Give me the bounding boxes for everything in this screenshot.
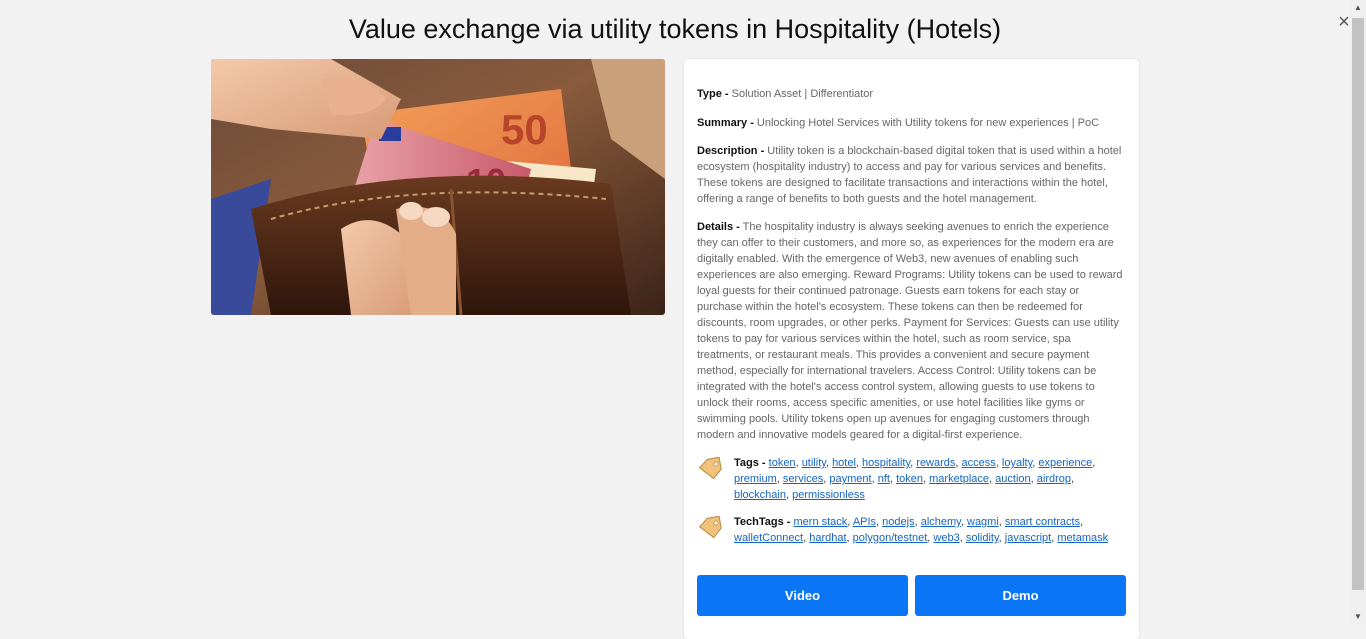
tag-link[interactable]: nodejs xyxy=(882,516,914,528)
tags-row: Tags - token, utility, hotel, hospitalit… xyxy=(697,455,1126,503)
tag-icon xyxy=(698,516,722,539)
type-label: Type - xyxy=(697,88,729,100)
details-label: Details - xyxy=(697,221,740,233)
type-row: Type - Solution Asset | Differentiator xyxy=(697,86,1126,102)
tag-link[interactable]: rewards xyxy=(916,457,955,469)
scrollbar-thumb[interactable] xyxy=(1352,18,1364,590)
tags-list: token, utility, hotel, hospitality, rewa… xyxy=(734,457,1096,501)
tag-link[interactable]: solidity xyxy=(966,532,999,544)
summary-value: Unlocking Hotel Services with Utility to… xyxy=(753,117,1100,129)
tag-link[interactable]: walletConnect xyxy=(734,532,803,544)
tag-link[interactable]: token xyxy=(769,457,796,469)
demo-button[interactable]: Demo xyxy=(915,575,1126,616)
tag-link[interactable]: access xyxy=(962,457,996,469)
scroll-down-icon[interactable]: ▼ xyxy=(1350,609,1366,625)
page-title: Value exchange via utility tokens in Hos… xyxy=(348,14,1002,44)
scrollbar[interactable]: ▲ ▼ xyxy=(1350,0,1366,625)
summary-label: Summary - xyxy=(697,117,754,129)
action-buttons: Video Demo xyxy=(697,575,1126,616)
tag-link[interactable]: loyalty xyxy=(1002,457,1032,469)
details-row: Details - The hospitality industry is al… xyxy=(697,219,1126,443)
video-button[interactable]: Video xyxy=(697,575,908,616)
tag-link[interactable]: token xyxy=(896,473,923,485)
tag-link[interactable]: permissionless xyxy=(792,489,865,501)
tag-link[interactable]: payment xyxy=(829,473,871,485)
tag-link[interactable]: nft xyxy=(878,473,890,485)
description-row: Description - Utility token is a blockch… xyxy=(697,143,1126,207)
tag-link[interactable]: javascript xyxy=(1005,532,1051,544)
tag-link[interactable]: hotel xyxy=(832,457,856,469)
asset-details-card: Type - Solution Asset | Differentiator S… xyxy=(684,59,1139,639)
tags-label: Tags - xyxy=(734,457,766,469)
tag-link[interactable]: polygon/testnet xyxy=(853,532,928,544)
svg-text:50: 50 xyxy=(501,106,548,153)
tag-link[interactable]: hardhat xyxy=(809,532,846,544)
techtags-row: TechTags - mern stack, APIs, nodejs, alc… xyxy=(697,514,1126,546)
techtags-label: TechTags - xyxy=(734,516,791,528)
tag-link[interactable]: services xyxy=(783,473,823,485)
tag-link[interactable]: premium xyxy=(734,473,777,485)
tag-icon xyxy=(698,457,722,480)
tag-link[interactable]: utility xyxy=(802,457,826,469)
type-value: Solution Asset | Differentiator xyxy=(728,88,874,100)
details-value: The hospitality industry is always seeki… xyxy=(697,221,1123,441)
description-label: Description - xyxy=(697,145,765,157)
tag-link[interactable]: web3 xyxy=(933,532,959,544)
tag-link[interactable]: smart contracts xyxy=(1005,516,1080,528)
tag-link[interactable]: hospitality xyxy=(862,457,910,469)
tag-link[interactable]: wagmi xyxy=(967,516,999,528)
tag-link[interactable]: airdrop xyxy=(1037,473,1071,485)
tag-link[interactable]: APIs xyxy=(853,516,876,528)
scroll-up-icon[interactable]: ▲ xyxy=(1350,0,1366,16)
tag-link[interactable]: alchemy xyxy=(921,516,961,528)
tag-link[interactable]: metamask xyxy=(1057,532,1108,544)
tag-link[interactable]: mern stack xyxy=(794,516,848,528)
tag-link[interactable]: marketplace xyxy=(929,473,989,485)
tag-link[interactable]: auction xyxy=(995,473,1030,485)
techtags-list: mern stack, APIs, nodejs, alchemy, wagmi… xyxy=(734,516,1109,544)
tag-link[interactable]: experience xyxy=(1038,457,1092,469)
summary-row: Summary - Unlocking Hotel Services with … xyxy=(697,115,1126,131)
asset-image: 50 10 xyxy=(211,59,665,315)
tag-link[interactable]: blockchain xyxy=(734,489,786,501)
